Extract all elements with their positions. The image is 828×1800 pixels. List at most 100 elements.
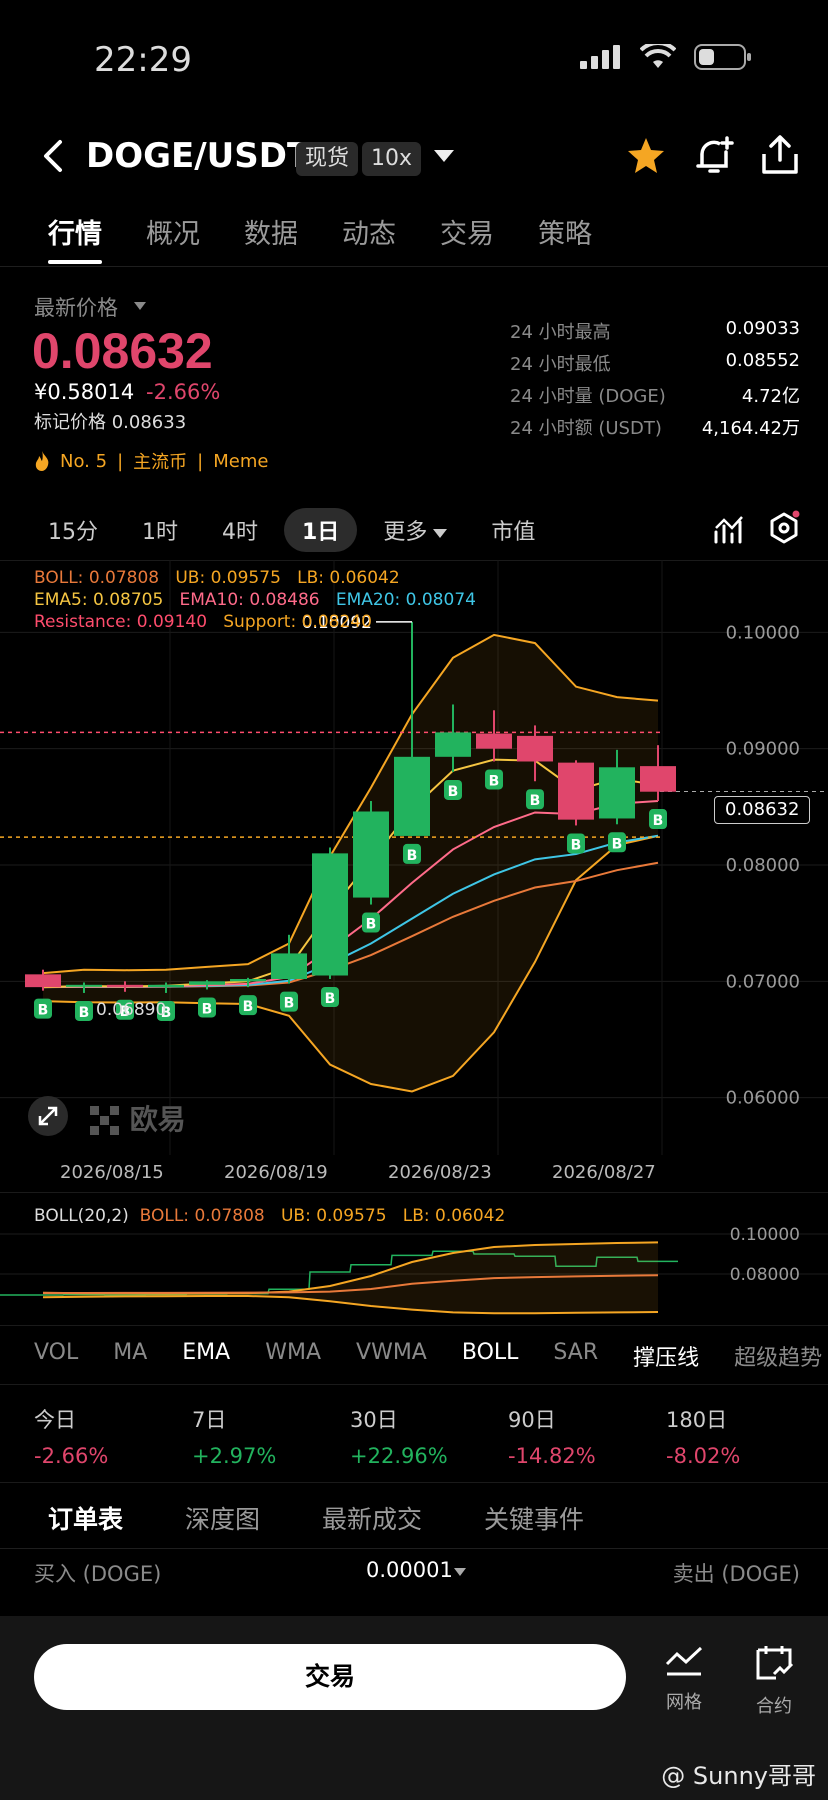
battery-icon [694, 44, 751, 70]
y-tick: 0.09000 [726, 739, 800, 760]
fullscreen-button[interactable] [28, 1096, 68, 1136]
tab-data[interactable]: 数据 [244, 212, 342, 251]
tab-overview[interactable]: 概况 [146, 212, 244, 251]
signal-icon [580, 45, 620, 69]
perf-value: -2.66% [34, 1444, 109, 1468]
candle-body [394, 756, 430, 836]
interval-1d[interactable]: 1日 [284, 508, 358, 552]
sr-legend: Resistance: 0.09140 Support: 0.08240 [34, 612, 372, 632]
contract-icon [756, 1646, 794, 1680]
tab-depth[interactable]: 深度图 [185, 1500, 260, 1536]
current-price-tag: 0.08632 [714, 796, 811, 824]
stat-label: 24 小时额 (USDT) [510, 418, 662, 439]
sell-column-label: 卖出 (DOGE) [672, 1562, 800, 1586]
interval-1h[interactable]: 1时 [124, 508, 196, 552]
candle-body [271, 953, 307, 979]
contract-button[interactable]: 合约 [746, 1644, 802, 1718]
tab-news[interactable]: 动态 [342, 212, 440, 251]
perf-value: -14.82% [508, 1444, 596, 1468]
ind-vwma[interactable]: VWMA [356, 1340, 427, 1372]
price-type-label[interactable]: 最新价格 [34, 292, 118, 322]
stat-value: 4.72亿 [741, 386, 800, 407]
pair-dropdown-icon[interactable] [434, 150, 454, 162]
category-tag[interactable]: 主流币 [133, 448, 187, 474]
interval-15m[interactable]: 15分 [30, 508, 116, 552]
stat-value: 4,164.42万 [701, 418, 800, 439]
boll-legend: BOLL: 0.07808 UB: 0.09575 LB: 0.06042 [34, 568, 400, 588]
perf-value: +2.97% [192, 1444, 277, 1468]
tab-orderbook[interactable]: 订单表 [48, 1500, 123, 1536]
chevron-down-icon[interactable] [454, 1568, 466, 1576]
ind-ma[interactable]: MA [113, 1340, 147, 1372]
status-time: 22:29 [94, 40, 192, 80]
tab-events[interactable]: 关键事件 [484, 1500, 584, 1536]
stat-row: 24 小时最低 0.08552 [510, 350, 800, 382]
ind-supertrend[interactable]: 超级趋势 [734, 1340, 822, 1372]
share-icon[interactable] [760, 134, 800, 176]
legend-boll: BOLL: 0.07808 [34, 568, 160, 588]
rank-tag[interactable]: No. 5 [60, 451, 107, 472]
grid-button[interactable]: 网格 [656, 1644, 712, 1714]
x-tick: 2026/08/23 [388, 1162, 492, 1183]
ind-sr[interactable]: 撑压线 [633, 1340, 699, 1372]
perf-90d: 90日 -14.82% [508, 1404, 666, 1468]
ind-boll[interactable]: BOLL [462, 1340, 519, 1372]
okx-logo-icon [90, 1106, 119, 1135]
meme-tag[interactable]: Meme [213, 451, 268, 472]
candle-body [312, 853, 348, 976]
buy-column-label: 买入 (DOGE) [34, 1562, 162, 1586]
tab-strategy[interactable]: 策略 [538, 212, 636, 251]
status-icons [580, 44, 752, 70]
y-tick: 0.10000 [730, 1225, 800, 1245]
buy-marker-label: B [571, 837, 582, 853]
back-icon[interactable] [40, 138, 68, 174]
buy-marker-label: B [489, 773, 500, 789]
candlestick-chart[interactable]: 0.10000 0.09000 0.08000 0.07000 0.06000 B B B B B… [0, 560, 828, 1160]
favorite-star-icon[interactable] [626, 136, 666, 176]
coin-tags: No. 5 | 主流币 | Meme [34, 448, 268, 474]
interval-marketcap[interactable]: 市值 [473, 508, 553, 552]
buy-marker-label: B [448, 784, 459, 800]
trade-button[interactable]: 交易 [34, 1644, 626, 1710]
tab-trades[interactable]: 最新成交 [322, 1500, 422, 1536]
perf-180d: 180日 -8.02% [666, 1404, 824, 1468]
pair-title[interactable]: DOGE/USDT [86, 136, 310, 176]
stats-24h: 24 小时最高 0.09033 24 小时最低 0.08552 24 小时量 (DO… [510, 318, 800, 446]
candle-body [230, 979, 266, 982]
interval-more[interactable]: 更多 [365, 508, 465, 552]
perf-value: +22.96% [350, 1444, 448, 1468]
interval-selector: 15分 1时 4时 1日 更多 市值 [30, 508, 561, 552]
active-tab-indicator [48, 260, 102, 264]
tab-market[interactable]: 行情 [48, 212, 146, 251]
fire-icon [35, 451, 49, 471]
stat-row: 24 小时额 (USDT) 4,164.42万 [510, 414, 800, 446]
stat-value: 0.08552 [725, 350, 800, 371]
okx-watermark: 欧易 [90, 1098, 186, 1138]
interval-4h[interactable]: 4时 [204, 508, 276, 552]
chart-settings-icon[interactable] [768, 510, 800, 544]
price-type-dropdown-icon[interactable] [134, 302, 146, 310]
tab-trade[interactable]: 交易 [440, 212, 538, 251]
tick-size-select[interactable]: 0.00001 [366, 1558, 453, 1582]
mark-price: 标记价格 0.08633 [34, 412, 187, 433]
ind-wma[interactable]: WMA [265, 1340, 321, 1372]
buy-marker-label: B [366, 917, 377, 933]
candle-body [66, 984, 102, 987]
indicator-icon[interactable] [714, 514, 744, 544]
tag-separator: | [117, 450, 124, 472]
ind-ema[interactable]: EMA [182, 1340, 230, 1372]
spot-chip[interactable]: 现货 [296, 142, 359, 176]
cny-price: ¥0.58014 [34, 380, 135, 404]
candle-body [476, 733, 512, 749]
ind-vol[interactable]: VOL [34, 1340, 78, 1372]
perf-label: 7日 [192, 1408, 227, 1432]
ind-sar[interactable]: SAR [553, 1340, 598, 1372]
perf-30d: 30日 +22.96% [350, 1404, 508, 1468]
legend-resistance: Resistance: 0.09140 [34, 612, 208, 632]
indicator-tabs: VOL MA EMA WMA VWMA BOLL SAR 撑压线 超级趋势 [34, 1340, 828, 1372]
price-alert-icon[interactable] [694, 136, 734, 176]
candle-body [189, 981, 225, 985]
stat-label: 24 小时最低 [510, 354, 611, 375]
leverage-chip[interactable]: 10x [362, 142, 422, 176]
candle-body [353, 811, 389, 898]
